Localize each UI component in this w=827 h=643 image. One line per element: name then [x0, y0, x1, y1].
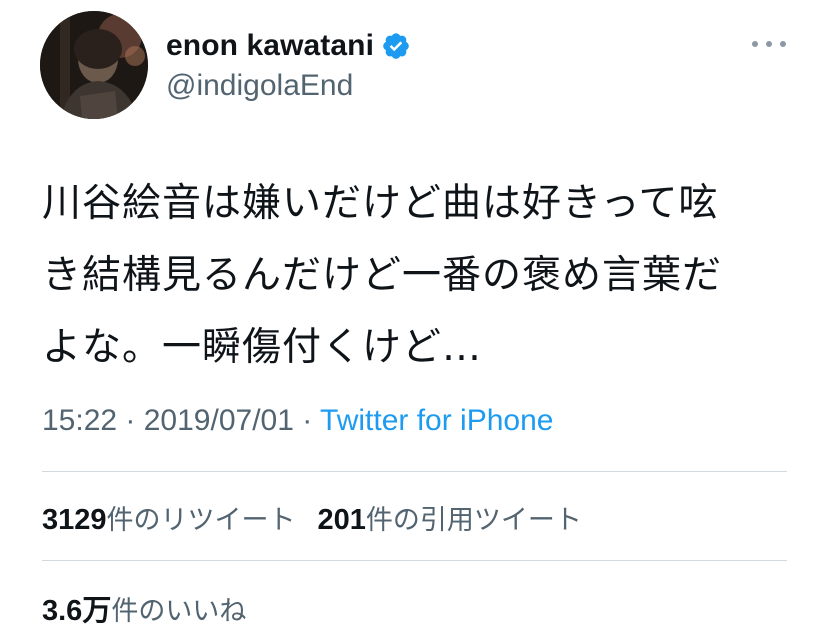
- tweet-meta: 15:22 · 2019/07/01 · Twitter for iPhone: [42, 404, 553, 438]
- tweet-date[interactable]: 2019/07/01: [144, 404, 294, 437]
- divider: [42, 471, 787, 472]
- tweet-source-link[interactable]: Twitter for iPhone: [320, 404, 553, 437]
- retweets-label: 件のリツイート: [106, 505, 296, 536]
- likes-count: 3.6万: [42, 595, 112, 627]
- divider: [42, 560, 787, 561]
- more-dot: [766, 41, 772, 47]
- likes-stat[interactable]: 3.6万件のいいね: [42, 587, 246, 629]
- tweet-time[interactable]: 15:22: [42, 404, 117, 437]
- retweets-stat[interactable]: 3129件のリツイート: [42, 498, 296, 537]
- avatar[interactable]: [40, 11, 148, 119]
- retweets-count: 3129: [42, 504, 107, 536]
- more-dot: [780, 41, 786, 47]
- user-name-row: enon kawatani: [166, 26, 411, 66]
- quotes-stat[interactable]: 201件の引用ツイート: [318, 498, 582, 537]
- verified-badge-icon: [381, 31, 411, 61]
- likes-label: 件のいいね: [111, 596, 247, 627]
- meta-separator: ·: [117, 404, 144, 437]
- more-dot: [752, 41, 758, 47]
- likes-row: 3.6万件のいいね: [42, 587, 246, 629]
- more-options-icon[interactable]: [752, 32, 786, 56]
- stats-row: 3129件のリツイート 201件の引用ツイート: [42, 498, 582, 537]
- tweet-text: 川谷絵音は嫌いだけど曲は好きって呟 き結構見るんだけど一番の褒め言葉だ よな。一…: [42, 181, 723, 370]
- meta-separator: ·: [293, 404, 321, 437]
- quotes-label: 件の引用ツイート: [365, 505, 582, 536]
- avatar-image: [40, 11, 148, 119]
- user-handle[interactable]: @indigolaEnd: [166, 69, 353, 103]
- quotes-count: 201: [317, 504, 366, 536]
- display-name[interactable]: enon kawatani: [166, 29, 374, 63]
